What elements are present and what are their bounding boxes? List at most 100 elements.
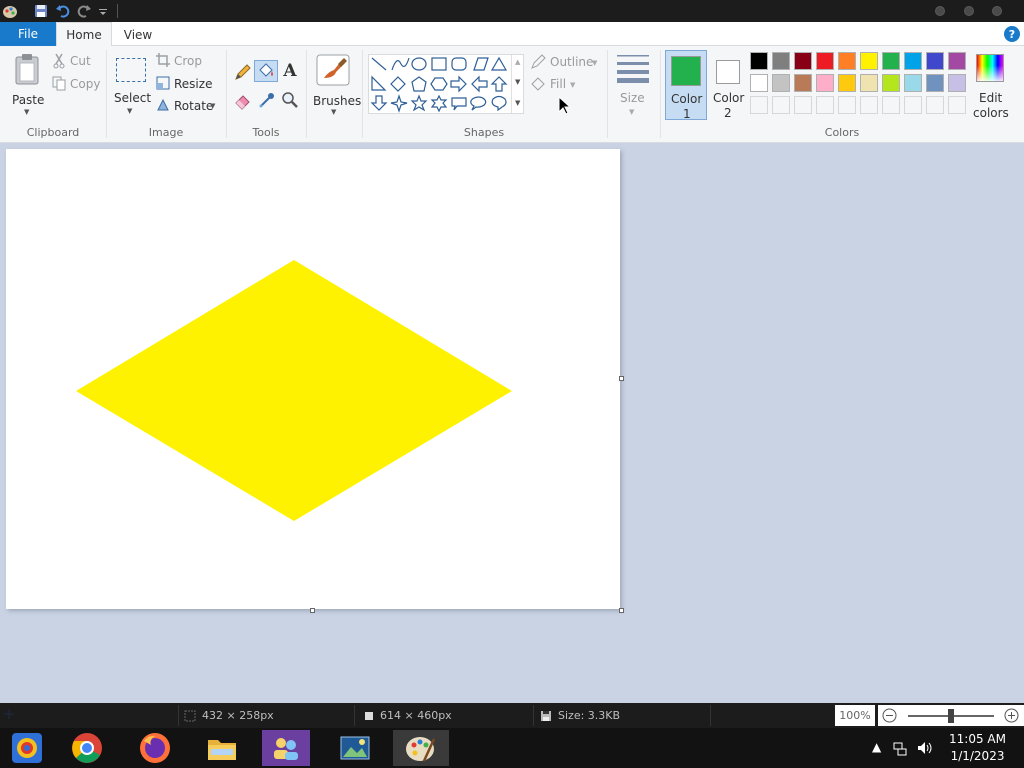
palette-color-swatch[interactable] — [882, 52, 900, 70]
palette-color-swatch[interactable] — [926, 74, 944, 92]
hexagon-shape-icon[interactable] — [430, 77, 448, 91]
six-point-star-shape-icon[interactable] — [430, 94, 448, 113]
undo-icon[interactable] — [55, 3, 71, 19]
oval-shape-icon[interactable] — [411, 57, 427, 71]
color2-button[interactable]: Color 2 — [708, 50, 748, 120]
color1-button[interactable]: Color 1 — [665, 50, 707, 121]
rounded-callout-shape-icon[interactable] — [451, 97, 467, 111]
maximize-button[interactable] — [964, 6, 974, 16]
palette-custom-slot[interactable] — [882, 96, 900, 114]
volume-icon[interactable] — [916, 740, 934, 756]
palette-color-swatch[interactable] — [860, 52, 878, 70]
line-shape-icon[interactable] — [371, 57, 387, 71]
palette-custom-slot[interactable] — [816, 96, 834, 114]
palette-color-swatch[interactable] — [772, 74, 790, 92]
down-arrow-shape-icon[interactable] — [370, 95, 388, 111]
left-arrow-shape-icon[interactable] — [471, 75, 488, 93]
resize-handle-right[interactable] — [619, 376, 624, 381]
taskbar-file-explorer[interactable] — [198, 730, 246, 766]
canvas-workspace[interactable] — [0, 143, 1024, 703]
diamond-shape-icon[interactable] — [390, 76, 406, 92]
taskbar-photos[interactable] — [331, 730, 379, 766]
brushes-button[interactable]: Brushes ▼ — [310, 50, 361, 116]
rotate-button[interactable]: Rotate ▼ — [156, 98, 220, 114]
palette-custom-slot[interactable] — [948, 96, 966, 114]
paste-button[interactable]: Paste ▼ — [8, 50, 46, 116]
redo-icon[interactable] — [76, 3, 92, 19]
minimize-button[interactable] — [935, 6, 945, 16]
zoom-slider-thumb[interactable] — [948, 709, 954, 723]
tray-overflow-icon[interactable]: ▲ — [872, 740, 881, 754]
close-button[interactable] — [992, 6, 1002, 16]
taskbar-start-app[interactable] — [3, 730, 51, 766]
edit-colors-button[interactable]: Edit colors — [970, 52, 1010, 120]
fill-button[interactable]: Fill ▼ — [530, 76, 580, 92]
right-triangle-shape-icon[interactable] — [371, 75, 387, 91]
palette-color-swatch[interactable] — [948, 52, 966, 70]
palette-custom-slot[interactable] — [838, 96, 856, 114]
taskbar-clock[interactable]: 11:05 AM 1/1/2023 — [949, 731, 1006, 765]
help-icon[interactable]: ? — [1004, 26, 1020, 42]
palette-color-swatch[interactable] — [838, 52, 856, 70]
scroll-down-icon[interactable]: ▼ — [515, 78, 520, 86]
palette-color-swatch[interactable] — [794, 52, 812, 70]
tab-file[interactable]: File — [0, 22, 56, 46]
palette-color-swatch[interactable] — [838, 74, 856, 92]
palette-color-swatch[interactable] — [816, 74, 834, 92]
network-icon[interactable] — [892, 740, 908, 756]
customize-quick-access-icon[interactable] — [97, 3, 109, 19]
palette-color-swatch[interactable] — [904, 52, 922, 70]
scroll-up-icon[interactable]: ▲ — [515, 58, 520, 66]
cloud-callout-shape-icon[interactable] — [491, 95, 507, 112]
save-icon[interactable] — [33, 3, 49, 19]
expand-gallery-icon[interactable]: ▼ — [515, 99, 520, 107]
palette-color-swatch[interactable] — [794, 74, 812, 92]
cut-button[interactable]: Cut — [52, 53, 102, 69]
four-point-star-shape-icon[interactable] — [390, 94, 408, 113]
taskbar-firefox[interactable] — [131, 730, 179, 766]
color-picker-tool[interactable] — [257, 90, 277, 110]
taskbar-paint[interactable] — [393, 730, 449, 766]
palette-custom-slot[interactable] — [904, 96, 922, 114]
magnifier-tool[interactable] — [280, 90, 300, 110]
palette-custom-slot[interactable] — [750, 96, 768, 114]
zoom-out-icon[interactable] — [882, 708, 897, 723]
text-tool[interactable]: A — [280, 61, 300, 81]
palette-color-swatch[interactable] — [948, 74, 966, 92]
five-point-star-shape-icon[interactable] — [410, 94, 428, 112]
palette-custom-slot[interactable] — [860, 96, 878, 114]
resize-handle-corner[interactable] — [619, 608, 624, 613]
drawing-canvas[interactable] — [6, 149, 620, 609]
size-button[interactable]: Size ▼ — [612, 52, 654, 118]
zoom-in-icon[interactable] — [1004, 708, 1019, 723]
right-arrow-shape-icon[interactable] — [450, 75, 467, 93]
oval-callout-shape-icon[interactable] — [470, 96, 487, 111]
pencil-tool[interactable] — [233, 62, 253, 82]
rectangle-shape-icon[interactable] — [431, 57, 447, 71]
palette-color-swatch[interactable] — [750, 74, 768, 92]
tab-home[interactable]: Home — [56, 22, 112, 47]
rounded-rectangle-shape-icon[interactable] — [451, 57, 467, 71]
curve-shape-icon[interactable] — [391, 57, 410, 71]
shapes-gallery-scroll[interactable]: ▲ ▼ ▼ — [511, 55, 523, 113]
fill-tool[interactable] — [254, 60, 278, 82]
palette-color-swatch[interactable] — [882, 74, 900, 92]
palette-color-swatch[interactable] — [816, 52, 834, 70]
resize-button[interactable]: Resize — [156, 76, 216, 92]
tab-view[interactable]: View — [114, 22, 162, 47]
copy-button[interactable]: Copy — [52, 76, 102, 92]
palette-custom-slot[interactable] — [926, 96, 944, 114]
crop-button[interactable]: Crop — [156, 53, 216, 69]
palette-color-swatch[interactable] — [860, 74, 878, 92]
select-button[interactable]: Select ▼ — [112, 52, 151, 116]
palette-color-swatch[interactable] — [926, 52, 944, 70]
paint-app-icon[interactable] — [2, 3, 18, 19]
taskbar-chrome[interactable] — [63, 730, 111, 766]
taskbar-app-purple[interactable] — [262, 730, 310, 766]
triangle-shape-icon[interactable] — [490, 56, 508, 71]
palette-color-swatch[interactable] — [772, 52, 790, 70]
palette-custom-slot[interactable] — [772, 96, 790, 114]
up-arrow-shape-icon[interactable] — [490, 76, 508, 92]
palette-color-swatch[interactable] — [904, 74, 922, 92]
eraser-tool[interactable] — [233, 90, 253, 110]
